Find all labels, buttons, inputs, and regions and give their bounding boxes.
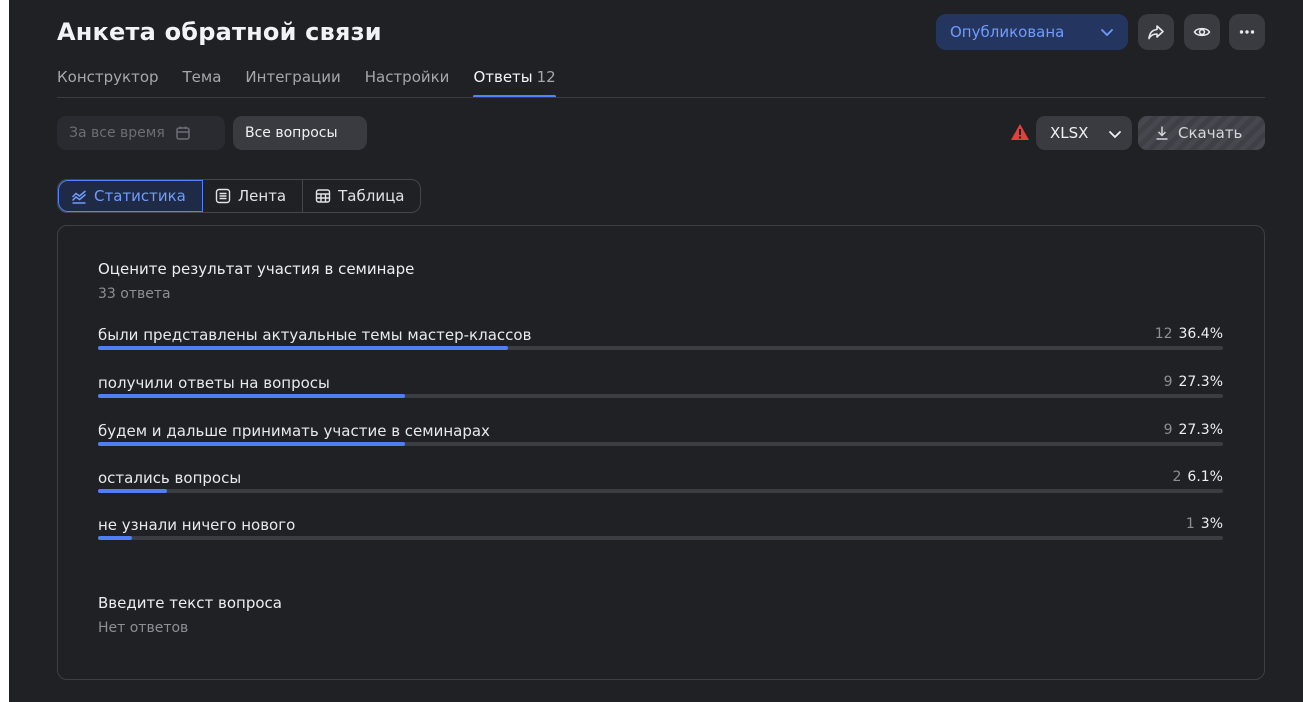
page-title: Анкета обратной связи xyxy=(57,18,382,46)
option-bar-fill xyxy=(98,346,508,350)
view-statistics[interactable]: Статистика xyxy=(58,180,203,212)
tab-integrations[interactable]: Интеграции xyxy=(245,62,340,98)
more-icon xyxy=(1239,30,1255,34)
option-bar-fill xyxy=(98,442,406,446)
warning-icon xyxy=(1011,124,1029,140)
chart-icon xyxy=(71,190,86,204)
period-filter-label: За все время xyxy=(69,125,165,141)
tabs-divider xyxy=(57,97,1265,98)
option-percent: 6.1% xyxy=(1187,469,1223,485)
option-bar-track xyxy=(98,346,1223,350)
option-label: не узнали ничего нового xyxy=(98,516,296,534)
share-icon xyxy=(1148,25,1164,40)
option-stat: 12 36.4% xyxy=(1155,326,1223,342)
share-button[interactable] xyxy=(1138,14,1174,50)
format-select[interactable]: XLSX xyxy=(1036,116,1132,150)
status-dropdown[interactable]: Опубликована xyxy=(936,14,1128,50)
status-label: Опубликована xyxy=(950,23,1065,41)
questions-filter[interactable]: Все вопросы xyxy=(233,116,367,150)
option-bar-fill xyxy=(98,394,406,398)
option-label: будем и дальше принимать участие в семин… xyxy=(98,422,490,440)
header: Анкета обратной связи Опубликована xyxy=(9,0,1303,60)
option-bar-track xyxy=(98,394,1223,398)
option-stat: 1 3% xyxy=(1186,516,1223,532)
option-count: 2 xyxy=(1172,469,1182,485)
option-bar-track xyxy=(98,442,1223,446)
option-row: получили ответы на вопросы 9 27.3% xyxy=(98,374,1223,404)
view-feed[interactable]: Лента xyxy=(203,180,304,212)
option-bar-track xyxy=(98,489,1223,493)
tab-settings[interactable]: Настройки xyxy=(365,62,450,98)
option-row: остались вопросы 2 6.1% xyxy=(98,469,1223,499)
option-count: 1 xyxy=(1185,516,1195,532)
option-percent: 3% xyxy=(1200,516,1223,532)
view-switcher: Статистика Лента Таблица xyxy=(57,179,422,213)
tab-constructor[interactable]: Конструктор xyxy=(57,62,159,98)
calendar-icon xyxy=(176,126,190,140)
question-title: Оцените результат участия в семинаре xyxy=(98,260,415,278)
view-statistics-label: Статистика xyxy=(94,187,186,205)
option-count: 9 xyxy=(1163,374,1173,390)
option-bar-fill xyxy=(98,489,167,493)
tab-answers-label: Ответы xyxy=(473,68,533,86)
question-answers-count: 33 ответа xyxy=(98,286,171,302)
eye-icon xyxy=(1193,27,1211,37)
statistics-panel: Оцените результат участия в семинаре 33 … xyxy=(57,225,1265,680)
list-icon xyxy=(215,188,231,204)
option-percent: 27.3% xyxy=(1178,374,1223,390)
option-bar-track xyxy=(98,536,1223,540)
option-row: были представлены актуальные темы мастер… xyxy=(98,326,1223,356)
tab-answers[interactable]: Ответы 12 xyxy=(473,62,557,98)
view-feed-label: Лента xyxy=(237,187,287,205)
view-table-label: Таблица xyxy=(338,187,405,205)
download-button-label: Скачать xyxy=(1178,124,1243,142)
option-stat: 9 27.3% xyxy=(1164,422,1223,438)
option-label: были представлены актуальные темы мастер… xyxy=(98,326,532,344)
option-stat: 9 27.3% xyxy=(1164,374,1223,390)
chevron-down-icon xyxy=(1109,131,1121,139)
tab-bar: Конструктор Тема Интеграции Настройки От… xyxy=(57,62,580,98)
format-select-value: XLSX xyxy=(1050,124,1089,142)
questions-filter-label: Все вопросы xyxy=(245,125,338,141)
option-label: получили ответы на вопросы xyxy=(98,374,330,392)
app-window: Анкета обратной связи Опубликована Конст… xyxy=(9,0,1303,702)
table-icon xyxy=(315,189,331,203)
preview-button[interactable] xyxy=(1184,14,1220,50)
tab-theme[interactable]: Тема xyxy=(183,62,222,98)
option-label: остались вопросы xyxy=(98,469,242,487)
chevron-down-icon xyxy=(1101,29,1113,37)
option-count: 12 xyxy=(1154,326,1173,342)
option-count: 9 xyxy=(1163,422,1173,438)
download-icon xyxy=(1156,126,1168,140)
more-button[interactable] xyxy=(1229,14,1265,50)
option-row: будем и дальше принимать участие в семин… xyxy=(98,422,1223,452)
question-title: Введите текст вопроса xyxy=(98,594,282,612)
question-answers-count: Нет ответов xyxy=(98,620,189,636)
option-percent: 27.3% xyxy=(1178,422,1223,438)
option-row: не узнали ничего нового 1 3% xyxy=(98,516,1223,546)
view-table[interactable]: Таблица xyxy=(303,180,420,212)
option-bar-fill xyxy=(98,536,132,540)
option-percent: 36.4% xyxy=(1178,326,1223,342)
download-button[interactable]: Скачать xyxy=(1138,116,1265,150)
tab-answers-count: 12 xyxy=(536,68,556,86)
period-filter[interactable]: За все время xyxy=(57,116,225,150)
option-stat: 2 6.1% xyxy=(1173,469,1224,485)
